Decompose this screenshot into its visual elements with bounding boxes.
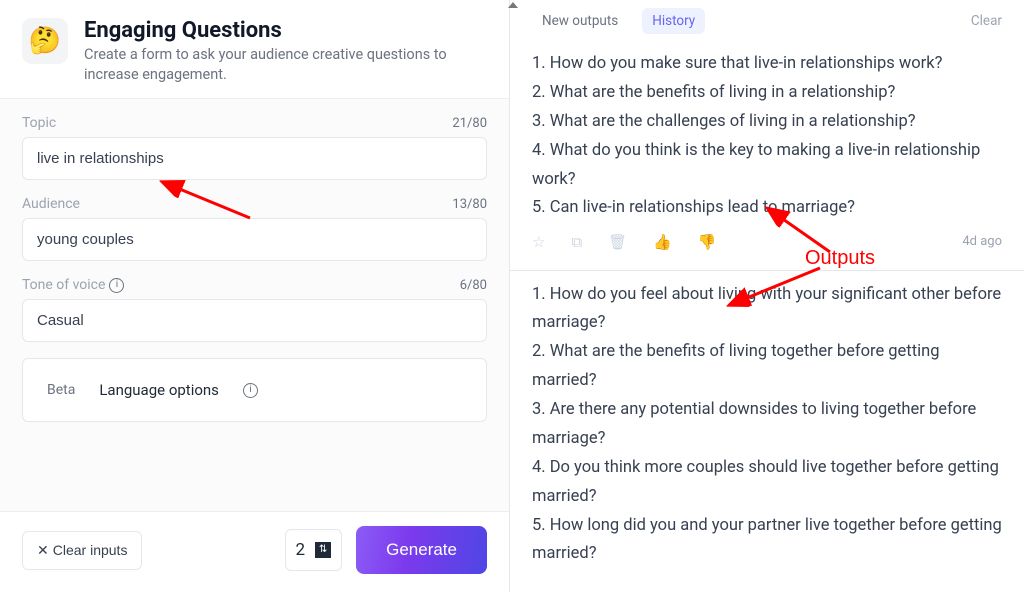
output-line: 4. Do you think more couples should live… — [532, 454, 1002, 512]
form-area: Topic 21/80 Audience 13/80 Tone of voice… — [0, 99, 509, 511]
tone-input[interactable] — [22, 299, 487, 342]
outputs-list: 1. How do you make sure that live-in rel… — [510, 40, 1024, 592]
output-line: 2. What are the benefits of living in a … — [532, 79, 1002, 108]
tab-history[interactable]: History — [642, 8, 705, 34]
topic-label: Topic — [22, 115, 56, 131]
output-line: 2. What are the benefits of living toget… — [532, 338, 1002, 396]
language-options[interactable]: Beta Language options i — [22, 358, 487, 422]
generate-button[interactable]: Generate — [356, 526, 487, 574]
trash-icon[interactable]: 🗑 — [608, 229, 627, 255]
beta-badge: Beta — [47, 382, 75, 398]
output-line: 5. Can live-in relationships lead to mar… — [532, 194, 1002, 223]
close-icon: ✕ — [37, 542, 49, 559]
app-emoji-icon: 🤔 — [22, 18, 68, 64]
thumbs-up-icon[interactable]: 👍 — [653, 229, 672, 255]
info-icon[interactable]: i — [109, 278, 124, 293]
quantity-value: 2 — [296, 540, 306, 560]
audience-count: 13/80 — [452, 197, 487, 212]
footer: ✕ Clear inputs 2 ⇅ Generate — [0, 511, 509, 592]
output-line: 1. How do you feel about living with you… — [532, 281, 1002, 339]
field-audience: Audience 13/80 — [22, 196, 487, 261]
quantity-stepper[interactable]: 2 ⇅ — [285, 529, 343, 571]
stepper-icon[interactable]: ⇅ — [315, 542, 331, 558]
output-block: 1. How do you feel about living with you… — [510, 271, 1024, 582]
page-subtitle: Create a form to ask your audience creat… — [84, 45, 487, 84]
copy-icon[interactable]: ⧉ — [571, 229, 582, 255]
thumbs-down-icon[interactable]: 👎 — [698, 229, 717, 255]
output-line: 3. Are there any potential downsides to … — [532, 396, 1002, 454]
topic-count: 21/80 — [452, 116, 487, 131]
output-timestamp: 4d ago — [962, 231, 1002, 254]
clear-outputs-button[interactable]: Clear — [971, 13, 1002, 29]
header: 🤔 Engaging Questions Create a form to as… — [0, 0, 509, 99]
audience-label: Audience — [22, 196, 80, 212]
tone-label: Tone of voice i — [22, 277, 124, 293]
field-topic: Topic 21/80 — [22, 115, 487, 180]
star-icon[interactable]: ☆ — [532, 229, 545, 255]
output-block: 1. How do you make sure that live-in rel… — [510, 40, 1024, 271]
language-options-label: Language options — [99, 381, 219, 399]
output-line: 1. How do you make sure that live-in rel… — [532, 50, 1002, 79]
topic-input[interactable] — [22, 137, 487, 180]
tab-new-outputs[interactable]: New outputs — [532, 8, 628, 34]
page-title: Engaging Questions — [84, 18, 487, 43]
output-line: 3. What are the challenges of living in … — [532, 108, 1002, 137]
output-line: 5. How long did you and your partner liv… — [532, 512, 1002, 570]
output-line: 4. What do you think is the key to makin… — [532, 137, 1002, 195]
output-tabs: New outputs History Clear — [510, 0, 1024, 40]
annotation-label: Outputs — [805, 247, 875, 270]
field-tone: Tone of voice i 6/80 — [22, 277, 487, 342]
info-icon[interactable]: i — [243, 383, 258, 398]
output-toolbar: ☆ ⧉ 🗑 👍 👎 4d ago — [532, 223, 1002, 257]
tone-count: 6/80 — [460, 278, 487, 293]
clear-inputs-button[interactable]: ✕ Clear inputs — [22, 531, 142, 570]
audience-input[interactable] — [22, 218, 487, 261]
